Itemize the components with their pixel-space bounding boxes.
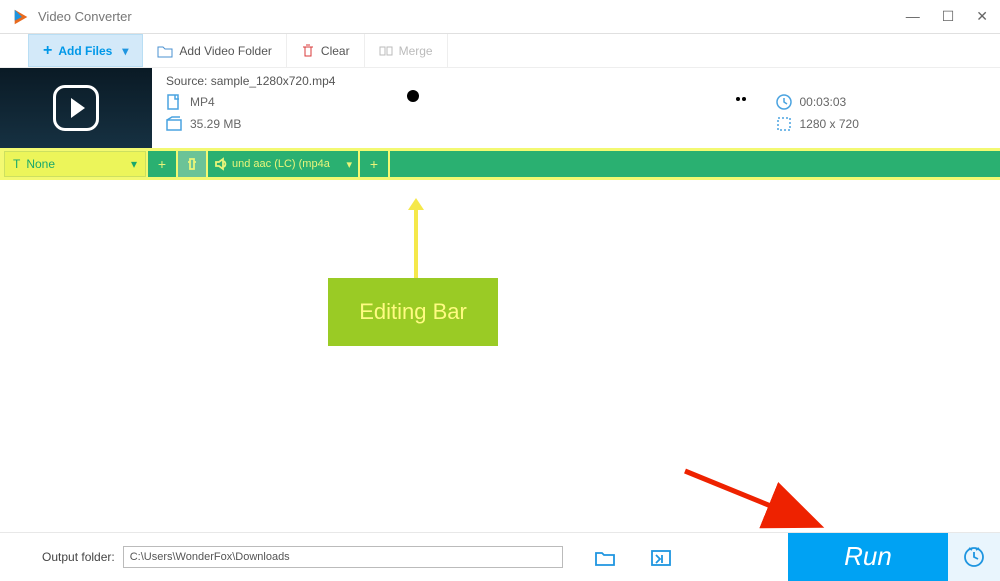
- merge-icon: [379, 44, 393, 58]
- clear-label: Clear: [321, 44, 350, 58]
- play-icon: [53, 85, 99, 131]
- close-icon[interactable]: ✕: [976, 8, 988, 25]
- app-title: Video Converter: [38, 9, 132, 24]
- editing-bar: TNone▾ + und aac (LC) (mp4a▾ +: [0, 148, 1000, 180]
- source-duration: 00:03:03: [800, 95, 847, 109]
- source-res: 1280 x 720: [800, 117, 859, 131]
- schedule-button[interactable]: [948, 533, 1000, 581]
- plus-icon: +: [43, 42, 52, 60]
- remove-subtitle-button: [178, 151, 206, 177]
- file-list: Source: sample_1280x720.mp4 MP4 00:03:03…: [0, 68, 1000, 447]
- add-folder-label: Add Video Folder: [179, 44, 272, 58]
- clear-button[interactable]: Clear: [287, 34, 365, 67]
- merge-button: Merge: [365, 34, 448, 67]
- trash-icon: [301, 44, 315, 58]
- resolution-icon: [776, 116, 792, 132]
- add-folder-button[interactable]: Add Video Folder: [143, 34, 287, 67]
- source-size: 35.29 MB: [190, 117, 241, 131]
- add-files-label: Add Files: [58, 44, 112, 58]
- chevron-down-icon[interactable]: ▾: [122, 44, 128, 58]
- toolbar: + Add Files ▾ Add Video Folder Clear Mer…: [0, 34, 1000, 68]
- merge-label: Merge: [399, 44, 433, 58]
- output-folder-input[interactable]: [123, 546, 563, 568]
- output-folder-label: Output folder:: [42, 550, 115, 564]
- add-audio-button[interactable]: +: [360, 151, 388, 177]
- annotation-red-arrow: [680, 466, 830, 536]
- bottom-bar: Output folder: Run: [0, 532, 1000, 580]
- audio-select[interactable]: und aac (LC) (mp4a ▾: [208, 151, 358, 177]
- minimize-icon[interactable]: —: [906, 8, 920, 25]
- add-subtitle-button[interactable]: +: [148, 151, 176, 177]
- clock-icon: [776, 94, 792, 110]
- run-label: Run: [844, 541, 892, 572]
- titlebar: Video Converter — ☐ ✕: [0, 0, 1000, 34]
- annotation-arrow: [414, 208, 418, 278]
- file-icon: [166, 94, 182, 110]
- file-row: Source: sample_1280x720.mp4 MP4 00:03:03…: [0, 68, 1000, 148]
- size-icon: [166, 116, 182, 132]
- maximize-icon[interactable]: ☐: [942, 8, 955, 25]
- run-button[interactable]: Run: [788, 533, 948, 581]
- browse-folder-button[interactable]: [647, 543, 675, 571]
- add-files-button[interactable]: + Add Files ▾: [28, 34, 143, 67]
- folder-icon: [157, 43, 173, 59]
- chevron-down-icon: ▾: [346, 158, 352, 171]
- subtitle-select[interactable]: TNone▾: [4, 151, 146, 177]
- chevron-down-icon: ▾: [131, 157, 137, 171]
- subtitle-value: None: [26, 157, 55, 171]
- source-format: MP4: [190, 95, 215, 109]
- source-panel: Source: sample_1280x720.mp4 MP4 00:03:03…: [152, 68, 1000, 148]
- source-title: Source: sample_1280x720.mp4: [166, 74, 1000, 88]
- speaker-icon: [214, 157, 228, 171]
- annotation-label: Editing Bar: [328, 278, 498, 346]
- app-logo-icon: [12, 8, 30, 26]
- video-thumbnail[interactable]: [0, 68, 152, 148]
- audio-value: und aac (LC) (mp4a: [232, 158, 330, 170]
- open-folder-button[interactable]: [591, 543, 619, 571]
